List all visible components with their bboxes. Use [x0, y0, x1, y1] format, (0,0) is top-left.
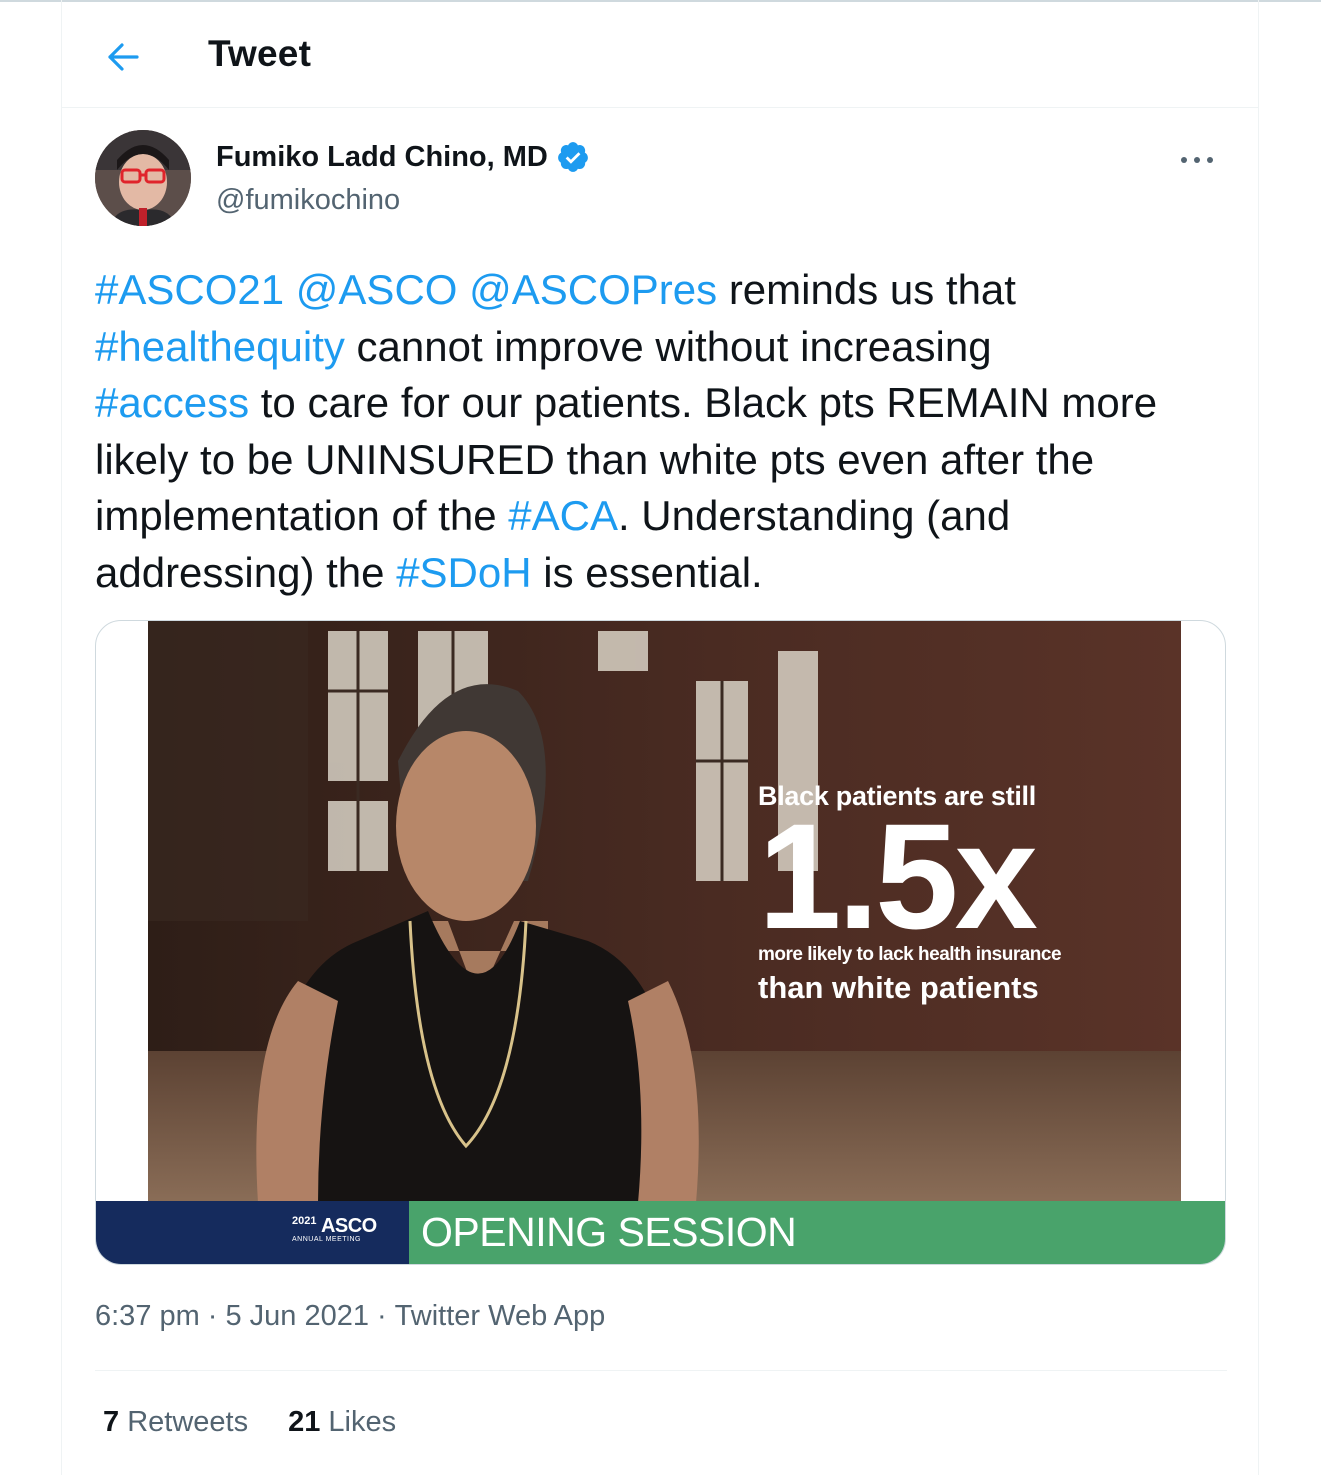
divider [95, 1370, 1227, 1371]
tweet-text-segment: cannot improve without increasing [344, 322, 992, 370]
overlay-line4: than white patients [758, 970, 1039, 1005]
verified-badge-icon [557, 142, 588, 172]
author-name-row[interactable]: Fumiko Ladd Chino, MD [216, 140, 590, 174]
tweet-text-segment [457, 266, 469, 313]
tweet-time[interactable]: 6:37 pm [95, 1300, 200, 1333]
overlay-line3: more likely to lack health insurance [758, 944, 1062, 965]
tweet-text-line: implementation of the #ACA. Understandin… [95, 488, 1235, 545]
author-handle[interactable]: @fumikochino [216, 184, 400, 217]
tweet-text-segment: likely to be UNINSURED than white pts ev… [95, 435, 1095, 483]
tweet-text-segment: addressing) the [95, 548, 397, 596]
page-title: Tweet [208, 33, 312, 74]
tweet-link[interactable]: #ACA [508, 492, 618, 539]
arrow-left-icon [108, 43, 139, 71]
tweet-link[interactable]: @ASCO [296, 266, 458, 313]
retweets-label: Retweets [127, 1406, 249, 1438]
tweet-text-line: #ASCO21 @ASCO @ASCOPres reminds us that [95, 262, 1235, 319]
likes-label: Likes [328, 1406, 397, 1438]
retweets-stat[interactable]: 7 Retweets [103, 1406, 248, 1439]
video-frame[interactable]: Black patients are still 1.5x more likel… [148, 621, 1181, 1203]
tweet-text-line: likely to be UNINSURED than white pts ev… [95, 432, 1235, 489]
tweet-link[interactable]: @ASCOPres [469, 266, 717, 313]
tweet-text-line: #access to care for our patients. Black … [95, 375, 1235, 432]
session-label: OPENING SESSION [421, 1209, 797, 1255]
back-button[interactable] [96, 30, 150, 84]
page-header: Tweet [62, 2, 1258, 108]
tweet-media-video[interactable]: Black patients are still 1.5x more likel… [95, 620, 1226, 1265]
tweet-text-segment: reminds us that [717, 266, 1016, 313]
meta-separator: · [207, 1300, 218, 1332]
video-banner: 2021 ASCO ANNUAL MEETING OPENING SESSION [96, 1201, 1225, 1264]
tweet-link[interactable]: #healthequity [95, 323, 345, 370]
tweet-date[interactable]: 5 Jun 2021 [225, 1300, 369, 1333]
meta-separator: · [376, 1300, 387, 1332]
tweet-link[interactable]: #access [95, 379, 249, 426]
session-label-panel: OPENING SESSION [409, 1201, 1225, 1264]
tweet-text-line: addressing) the #SDoH is essential. [95, 545, 1235, 602]
asco-logo-year: 2021 [292, 1215, 317, 1227]
likes-stat[interactable]: 21 Likes [288, 1406, 396, 1439]
overlay-statistic: 1.5x [758, 792, 1038, 960]
tweet-text: #ASCO21 @ASCO @ASCOPres reminds us that #… [95, 262, 1235, 601]
tweet-text-segment: to care for our patients. Black pts REMA… [249, 379, 1158, 426]
asco-logo: 2021 ASCO ANNUAL MEETING [292, 1215, 377, 1243]
video-text-overlay: Black patients are still 1.5x more likel… [758, 781, 1178, 1006]
tweet-source[interactable]: Twitter Web App [395, 1300, 606, 1333]
tweet-link[interactable]: #SDoH [396, 549, 531, 596]
tweet-column: Tweet Fumiko Ladd Chino, MD @fumikochino [61, 0, 1259, 1475]
avatar[interactable] [95, 130, 191, 226]
retweets-count: 7 [103, 1406, 120, 1438]
tweet-text-segment: implementation of the [95, 492, 509, 539]
tweet-meta: 6:37 pm · 5 Jun 2021 · Twitter Web App [95, 1300, 605, 1333]
author-name[interactable]: Fumiko Ladd Chino, MD [216, 141, 548, 174]
tweet-text-line: #healthequity cannot improve without inc… [95, 319, 1235, 376]
more-button[interactable] [1172, 140, 1222, 180]
asco-logo-panel: 2021 ASCO ANNUAL MEETING [96, 1201, 409, 1264]
tweet-link[interactable]: #ASCO21 [95, 266, 284, 313]
likes-count: 21 [288, 1406, 321, 1438]
asco-logo-subtitle: ANNUAL MEETING [292, 1236, 361, 1243]
more-dots-icon [1181, 157, 1213, 163]
tweet-text-segment: . Understanding (and [617, 492, 1011, 539]
tweet-text-segment: is essential. [531, 548, 763, 596]
tweet-text-segment [284, 266, 296, 313]
asco-logo-word: ASCO [320, 1215, 377, 1237]
tweet-stats: 7 Retweets 21 Likes [103, 1406, 436, 1439]
